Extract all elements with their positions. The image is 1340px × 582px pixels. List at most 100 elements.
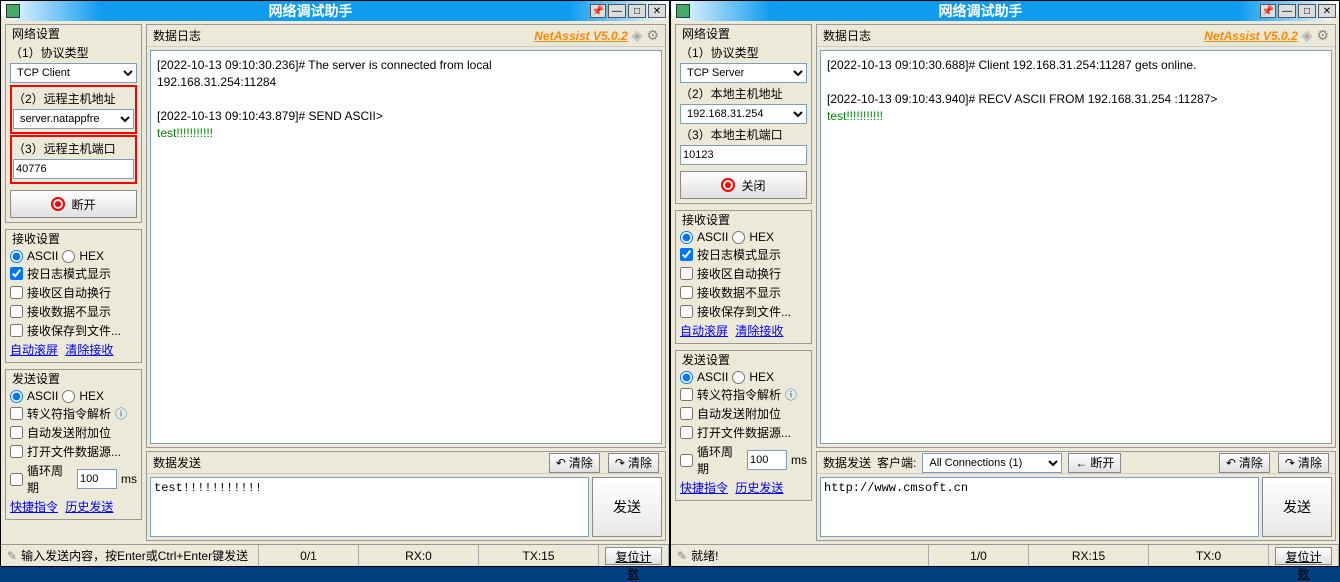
gear-icon[interactable]: ⚙	[1316, 27, 1329, 44]
close-button[interactable]: ✕	[1318, 4, 1336, 18]
disconnect-button[interactable]: 断开	[10, 190, 137, 218]
send-hex-radio[interactable]	[732, 371, 745, 384]
protocol-select[interactable]: TCP Server	[680, 63, 807, 83]
minimize-button[interactable]: —	[608, 4, 626, 18]
quick-cmd-link[interactable]: 快捷指令	[10, 500, 58, 514]
maximize-button[interactable]: □	[1298, 4, 1316, 18]
send-button[interactable]: 发送	[592, 477, 662, 537]
record-icon	[721, 178, 735, 192]
clear-up-button[interactable]: ↶ 清除	[1219, 453, 1270, 473]
status-tx: TX:0	[1149, 545, 1269, 566]
pin-icon[interactable]: 📌	[590, 4, 606, 18]
local-host-input[interactable]: 192.168.31.254	[680, 104, 807, 124]
remote-host-input[interactable]: server.natappfre	[13, 109, 134, 129]
send-hex-radio[interactable]	[62, 390, 75, 403]
disconnect-client-button[interactable]: ← 断开	[1068, 453, 1121, 473]
client-label: 客户端:	[877, 454, 916, 471]
send-panel-title: 数据发送	[153, 454, 201, 471]
send-loop-check[interactable]	[10, 473, 23, 486]
reset-count-button[interactable]: 复位计数	[605, 547, 662, 565]
log-panel: 数据日志 NetAssist V5.0.2 ◈ ⚙ [2022-10-13 09…	[816, 24, 1336, 448]
local-host-label: （2）本地主机地址	[680, 85, 783, 102]
send-ascii-radio[interactable]	[680, 371, 693, 384]
recv-settings-group: 接收设置 ASCII HEX 按日志模式显示 接收区自动换行 接收数据不显示 接…	[5, 229, 142, 363]
send-openfile-check[interactable]	[680, 426, 693, 439]
history-send-link[interactable]: 历史发送	[65, 500, 113, 514]
clear-down-button[interactable]: ↷ 清除	[1278, 453, 1329, 473]
app-icon	[676, 4, 690, 18]
window-server: 网络调试助手 📌 — □ ✕ 网络设置 （1）协议类型 TCP Server （…	[670, 0, 1340, 567]
recv-wrap-check[interactable]	[10, 286, 23, 299]
status-hint: 就绪!	[691, 547, 718, 564]
network-settings-group: 网络设置 （1）协议类型 TCP Client （2）远程主机地址 server…	[5, 24, 142, 223]
titlebar[interactable]: 网络调试助手 📌 — □ ✕	[671, 1, 1339, 21]
diamond-icon[interactable]: ◈	[632, 27, 643, 44]
info-icon[interactable]: ⓘ	[785, 386, 797, 403]
recv-savefile-check[interactable]	[680, 305, 693, 318]
network-settings-title: 网络设置	[10, 25, 62, 42]
local-port-input[interactable]	[680, 145, 807, 165]
send-ascii-radio[interactable]	[10, 390, 23, 403]
autoscroll-link[interactable]: 自动滚屏	[680, 324, 728, 338]
send-button[interactable]: 发送	[1262, 477, 1332, 537]
send-loop-input[interactable]	[747, 450, 787, 470]
window-client: 网络调试助手 📌 — □ ✕ 网络设置 （1）协议类型 TCP Client （…	[0, 0, 670, 567]
close-server-button[interactable]: 关闭	[680, 171, 807, 199]
recv-hide-check[interactable]	[680, 286, 693, 299]
recv-hex-radio[interactable]	[732, 231, 745, 244]
send-input[interactable]	[820, 477, 1259, 537]
network-settings-group: 网络设置 （1）协议类型 TCP Server （2）本地主机地址 192.16…	[675, 24, 812, 204]
protocol-label: （1）协议类型	[680, 44, 759, 61]
recv-ascii-radio[interactable]	[680, 231, 693, 244]
send-openfile-check[interactable]	[10, 445, 23, 458]
send-loop-input[interactable]	[77, 469, 117, 489]
log-area[interactable]: [2022-10-13 09:10:30.236]# The server is…	[150, 50, 662, 444]
send-escape-check[interactable]	[680, 388, 693, 401]
diamond-icon[interactable]: ◈	[1302, 27, 1313, 44]
log-title: 数据日志	[823, 27, 871, 44]
remote-port-input[interactable]	[13, 159, 134, 179]
status-hint: 输入发送内容，按Enter或Ctrl+Enter键发送	[21, 547, 248, 564]
recv-wrap-check[interactable]	[680, 267, 693, 280]
autoscroll-link[interactable]: 自动滚屏	[10, 343, 58, 357]
recv-hex-radio[interactable]	[62, 250, 75, 263]
clear-recv-link[interactable]: 清除接收	[735, 324, 783, 338]
protocol-label: （1）协议类型	[10, 44, 89, 61]
send-settings-group: 发送设置 ASCII HEX 转义符指令解析ⓘ 自动发送附加位 打开文件数据源.…	[5, 369, 142, 520]
send-autoextra-check[interactable]	[10, 426, 23, 439]
reset-count-button[interactable]: 复位计数	[1275, 547, 1332, 565]
gear-icon[interactable]: ⚙	[646, 27, 659, 44]
clear-up-button[interactable]: ↶ 清除	[549, 453, 600, 473]
log-area[interactable]: [2022-10-13 09:10:30.688]# Client 192.16…	[820, 50, 1332, 444]
recv-hide-check[interactable]	[10, 305, 23, 318]
recv-logmode-check[interactable]	[10, 267, 23, 280]
send-settings-title: 发送设置	[10, 370, 62, 387]
clear-down-button[interactable]: ↷ 清除	[608, 453, 659, 473]
protocol-select[interactable]: TCP Client	[10, 63, 137, 83]
quick-cmd-link[interactable]: 快捷指令	[680, 481, 728, 495]
titlebar[interactable]: 网络调试助手 📌 — □ ✕	[1, 1, 669, 21]
maximize-button[interactable]: □	[628, 4, 646, 18]
window-title: 网络调试助手	[31, 1, 590, 21]
brand-link[interactable]: NetAssist V5.0.2	[534, 29, 627, 43]
client-select[interactable]: All Connections (1)	[922, 453, 1062, 473]
send-loop-check[interactable]	[680, 454, 693, 467]
recv-savefile-check[interactable]	[10, 324, 23, 337]
send-escape-check[interactable]	[10, 407, 23, 420]
recv-ascii-radio[interactable]	[10, 250, 23, 263]
brand-link[interactable]: NetAssist V5.0.2	[1204, 29, 1297, 43]
statusbar: ✎输入发送内容，按Enter或Ctrl+Enter键发送 0/1 RX:0 TX…	[1, 544, 669, 566]
send-input[interactable]	[150, 477, 589, 537]
pin-icon[interactable]: 📌	[1260, 4, 1276, 18]
status-icon: ✎	[677, 549, 687, 563]
status-tx: TX:15	[479, 545, 599, 566]
recv-settings-group: 接收设置 ASCII HEX 按日志模式显示 接收区自动换行 接收数据不显示 接…	[675, 210, 812, 344]
info-icon[interactable]: ⓘ	[115, 405, 127, 422]
send-autoextra-check[interactable]	[680, 407, 693, 420]
minimize-button[interactable]: —	[1278, 4, 1296, 18]
clear-recv-link[interactable]: 清除接收	[65, 343, 113, 357]
local-port-label: （3）本地主机端口	[680, 126, 783, 143]
close-button[interactable]: ✕	[648, 4, 666, 18]
recv-logmode-check[interactable]	[680, 248, 693, 261]
history-send-link[interactable]: 历史发送	[735, 481, 783, 495]
